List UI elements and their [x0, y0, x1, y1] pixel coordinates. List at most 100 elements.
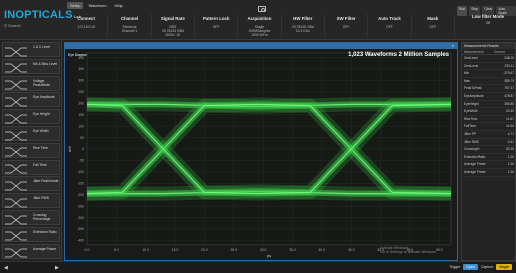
x-tick-label: 0.0 — [85, 248, 90, 252]
setting-column[interactable]: HW Filter 25.78125 GBd 13.3 GHz — [282, 14, 325, 38]
y-tick-label: 200 — [78, 101, 84, 105]
eye-waveform-icon — [5, 179, 27, 191]
measurement-row: RiseTime 14.67 — [462, 116, 515, 124]
sidebar-measurement-item[interactable]: Jitter Peak/mode — [2, 176, 60, 192]
x-tick-label: 10.0 — [142, 248, 149, 252]
setting-column[interactable]: Channel Electrical Channel 1 — [108, 14, 152, 38]
trigger-label: Trigger — [449, 265, 461, 269]
next-page-icon[interactable]: ▶ — [55, 265, 59, 271]
setting-value: OFF — [212, 25, 220, 29]
eye-waveform-icon — [5, 61, 27, 73]
low-filter-mode[interactable]: Low filter Mode Off — [462, 14, 514, 25]
setting-title: Pattern Lock — [202, 16, 230, 21]
y-axis-label: mV — [67, 146, 72, 152]
measurements-rows: OneLevel 248.00 ZeroLevel -230.11 Min -379.67… — [462, 55, 515, 177]
eye-waveform-icon — [5, 196, 27, 208]
measurement-row: Crossing% 50.25 — [462, 146, 515, 154]
trigger-state[interactable]: Open — [463, 264, 478, 270]
app-window: INOPTICALSLab Setup Waveform Help ⚲ Sear… — [0, 0, 516, 273]
measurement-value: 14.54 — [506, 124, 514, 129]
sidebar-measurement-item[interactable]: Rise Time — [2, 142, 60, 158]
measurement-name: Average Power — [464, 169, 486, 174]
sidebar-measurement-item[interactable]: Jitter RMS — [2, 193, 60, 209]
sidebar-measurement-item[interactable]: Eye Width — [2, 126, 60, 141]
measurement-row: OneLevel 248.00 — [462, 55, 515, 63]
sidebar-item-label: Jitter RMS — [33, 196, 49, 201]
setting-column[interactable]: Pattern Lock OFF — [195, 14, 239, 38]
setting-title: SW Filter — [336, 16, 356, 21]
camera-icon[interactable] — [258, 6, 266, 12]
sidebar-measurement-item[interactable]: Extinction Ratio — [2, 226, 60, 242]
setting-title: HW Filter — [293, 16, 313, 21]
capture-state[interactable]: Single — [496, 264, 512, 270]
measurement-row: PeakToPeak 767.37 — [462, 85, 515, 93]
sidebar-item-label: Mk & Bkw Level — [33, 61, 58, 66]
eye-diagram-window: Eye Diagram × 400 350 300 250 200 150 100 50 0 -5… — [64, 42, 458, 261]
search-box[interactable]: ⚲ Search — [4, 23, 21, 28]
setting-column[interactable]: Mask OFF — [412, 14, 455, 38]
measurement-row: ExtinctionRatio 1.00 — [462, 154, 515, 162]
y-tick-label: -100 — [77, 170, 84, 174]
y-tick-label: 250 — [78, 90, 84, 94]
waveform-count-label: 1,023 Waveforms 2 Million Samples — [348, 52, 449, 58]
setting-column[interactable]: Auto Track OFF — [368, 14, 412, 38]
windows-watermark: Activate Windows Go to Settings to activ… — [380, 246, 437, 254]
top-toolbar: INOPTICALSLab Setup Waveform Help ⚲ Sear… — [0, 0, 516, 40]
setting-column[interactable]: Connect 172.16.0.10 — [65, 14, 109, 38]
sidebar-measurement-item[interactable]: Fall Time — [2, 159, 60, 175]
measurement-row: ZeroLevel -230.11 — [462, 63, 515, 71]
measurement-name: ZeroLevel — [464, 63, 479, 68]
y-tick-label: -250 — [77, 204, 84, 208]
sidebar-measurement-item[interactable]: Mk & Bkw Level — [2, 58, 60, 74]
setting-column[interactable]: Acquisition Single 200MSamples 1000 WFm — [238, 14, 282, 38]
measurement-row: Average Power 1.00 — [462, 161, 515, 169]
setting-value: Single 200MSamples 1000 WFm — [248, 25, 271, 37]
measurement-value: 478.87 — [504, 93, 514, 98]
setting-column[interactable]: Signal Rate NRZ 25.78125 GBd 28Gb / 1E — [152, 14, 195, 38]
measurement-name: Jitter RMS — [464, 139, 479, 144]
sidebar-item-label: Average Power — [33, 246, 57, 251]
measurement-name: EyeWidth — [464, 109, 478, 114]
menu-waveform[interactable]: Waveform — [85, 2, 109, 9]
sidebar-measurement-item[interactable]: Voltage Peak/Mode — [2, 75, 60, 91]
sidebar-item-label: Extinction Ratio — [33, 229, 57, 234]
measurement-row: Max 389.79 — [462, 78, 515, 86]
eye-waveform-icon — [5, 213, 27, 225]
sidebar-item-label: Eye Amplitude — [33, 95, 55, 100]
measurement-value: 0.61 — [507, 139, 514, 144]
sidebar-item-label: Fall Time — [33, 162, 47, 167]
measurement-row: EyeAmplitude 478.87 — [462, 93, 515, 101]
y-tick-label: 400 — [78, 56, 84, 60]
sidebar-measurement-item[interactable]: Average Power — [2, 243, 60, 259]
y-tick-label: -350 — [77, 227, 84, 231]
y-tick-label: 350 — [78, 67, 84, 71]
measurement-name: EyeHeight — [464, 101, 479, 106]
measurement-name: Crossing% — [464, 147, 480, 152]
setting-value: 172.16.0.10 — [77, 25, 96, 29]
x-tick-label: 20.0 — [201, 248, 208, 252]
sidebar-item-label: Voltage Peak/Mode — [33, 78, 51, 87]
measurement-value: 1.00 — [507, 162, 514, 167]
prev-page-icon[interactable]: ◀ — [4, 265, 8, 271]
setting-column[interactable]: SW Filter OFF — [325, 14, 369, 38]
eye-waveform-icon — [5, 78, 27, 90]
sidebar-measurement-item[interactable]: Eye Height — [2, 109, 60, 125]
search-label: Search — [8, 23, 21, 28]
sidebar-measurement-item[interactable]: 1 & 0 Level — [2, 42, 60, 57]
x-tick-label: 30.0 — [260, 248, 267, 252]
y-tick-label: 50 — [80, 136, 84, 140]
measurement-row: EyeWidth 24.49 — [462, 108, 515, 116]
setting-value: NRZ 25.78125 GBd 28Gb / 1E — [161, 25, 184, 37]
menu-help[interactable]: Help — [112, 2, 126, 9]
low-filter-value: Off — [485, 21, 491, 25]
status-bar: ◀ ▶ Trigger Open Capture Single — [0, 261, 516, 273]
y-tick-label: 100 — [78, 124, 84, 128]
eye-waveform-icon — [5, 45, 27, 57]
measurement-value: 1.00 — [507, 154, 514, 159]
sidebar-item-label: Eye Width — [33, 129, 49, 133]
menu-setup[interactable]: Setup — [67, 2, 84, 9]
x-tick-label: 25.0 — [230, 248, 237, 252]
header-measurement: Measurement — [464, 50, 484, 54]
sidebar-measurement-item[interactable]: Crossing Percentage — [2, 210, 60, 225]
sidebar-measurement-item[interactable]: Eye Amplitude — [2, 92, 60, 108]
